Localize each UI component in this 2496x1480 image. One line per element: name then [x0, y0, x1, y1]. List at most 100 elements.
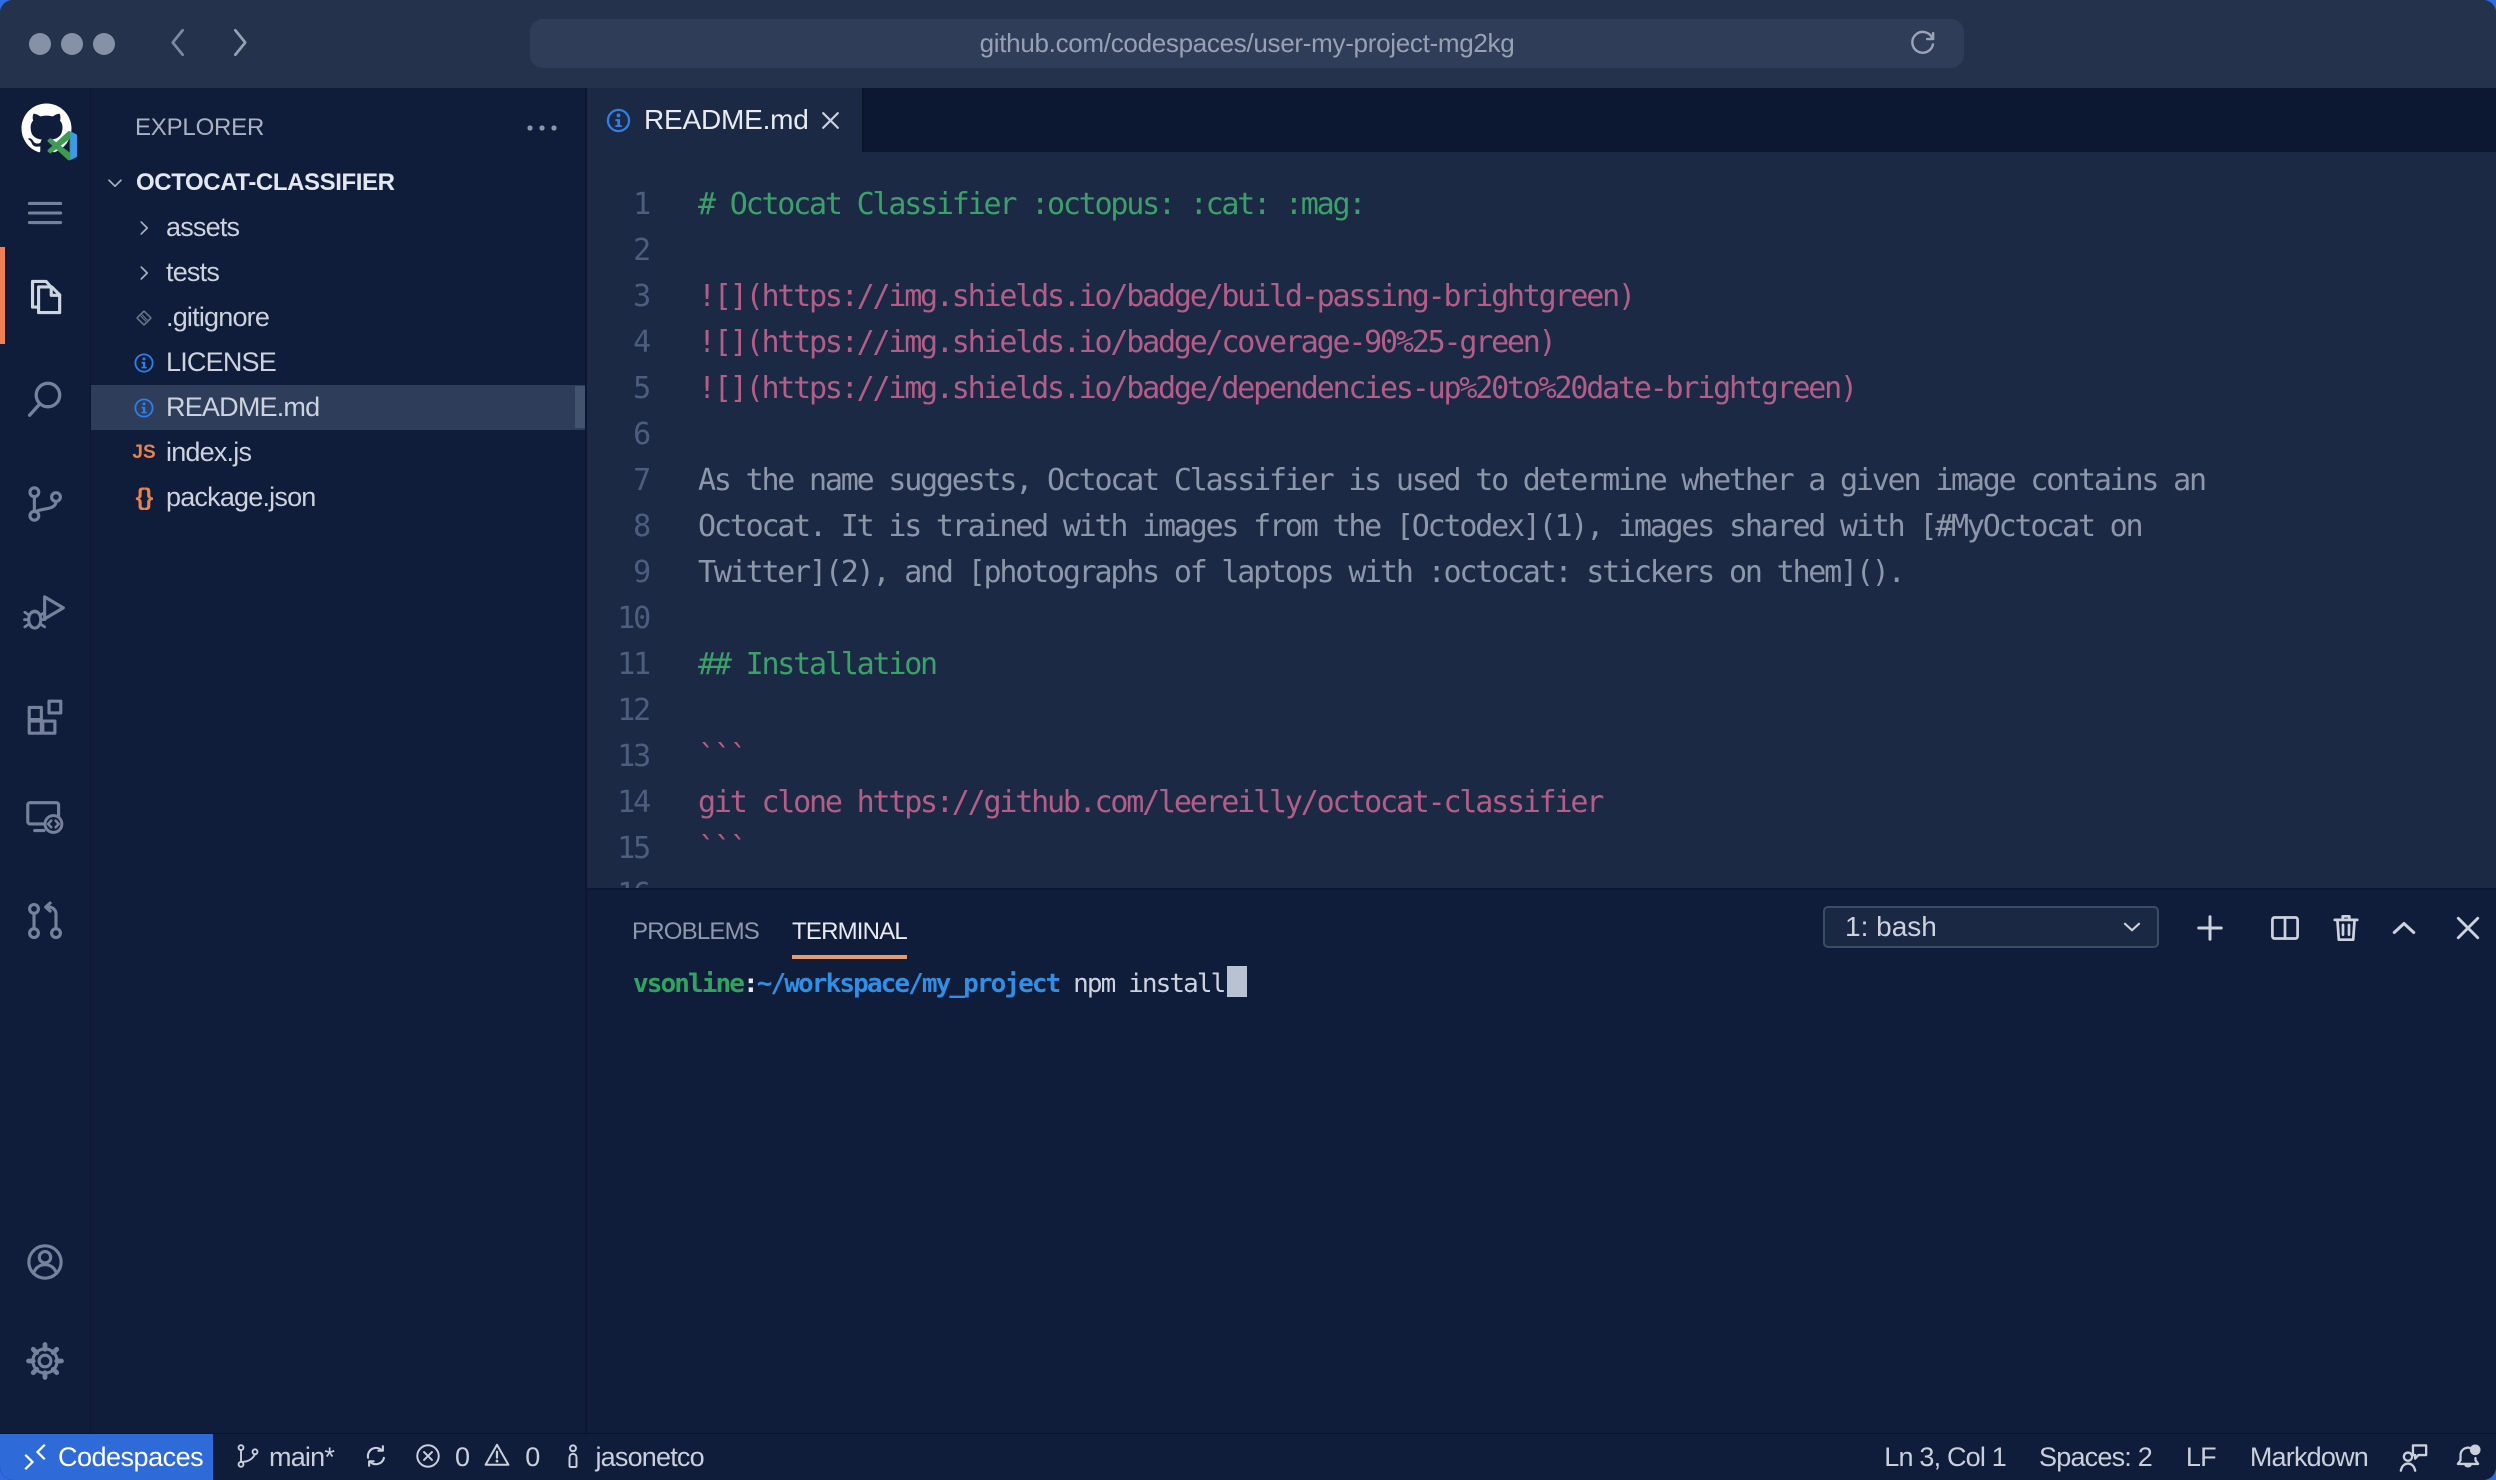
github-codespaces-logo-icon	[13, 95, 81, 163]
explorer-sidebar: EXPLORER OCTOCAT-CLASSIFIERassetstests.g…	[91, 88, 585, 1433]
activity-extensions-icon[interactable]	[23, 695, 67, 739]
activity-debug-icon[interactable]	[23, 591, 67, 635]
code-line-11: 11## Installation	[587, 642, 2496, 688]
traffic-close-button[interactable]	[29, 33, 51, 55]
terminal[interactable]: vsonline:~/workspace/my_project npm inst…	[633, 962, 1247, 1006]
back-icon[interactable]	[164, 26, 192, 59]
chevron-right-icon	[132, 216, 156, 240]
remote-icon	[20, 1442, 50, 1472]
language-mode[interactable]: Markdown	[2250, 1442, 2368, 1473]
shell-select-value: 1: bash	[1845, 911, 1937, 943]
workbench: EXPLORER OCTOCAT-CLASSIFIERassetstests.g…	[0, 88, 2496, 1433]
tab-label: README.md	[644, 104, 809, 136]
bell-icon[interactable]	[2452, 1441, 2484, 1473]
warning-count: 0	[525, 1442, 539, 1473]
braces-icon: {}	[132, 486, 156, 510]
more-actions-icon[interactable]	[525, 112, 559, 138]
close-icon[interactable]	[817, 107, 844, 134]
browser-chrome: github.com/codespaces/user-my-project-mg…	[0, 0, 2496, 88]
chevron-right-icon	[132, 261, 156, 285]
tree-item-assets[interactable]: assets	[91, 205, 585, 250]
file-tree: OCTOCAT-CLASSIFIERassetstests.gitignoreL…	[91, 160, 585, 520]
tree-item-readme-md[interactable]: README.md	[91, 385, 585, 430]
terminal-cursor	[1227, 966, 1247, 997]
tree-item-license[interactable]: LICENSE	[91, 340, 585, 385]
activity-bar	[0, 88, 91, 1433]
bottom-panel: PROBLEMS TERMINAL 1: bash vsonline:~/work…	[587, 888, 2496, 1433]
code-line-2: 2	[587, 228, 2496, 274]
activity-settings-gear-icon[interactable]	[23, 1339, 67, 1383]
activity-source-control-icon[interactable]	[23, 482, 67, 526]
browser-window: github.com/codespaces/user-my-project-mg…	[0, 0, 2496, 1480]
activity-github-pr-icon[interactable]	[23, 899, 67, 943]
tree-item-tests[interactable]: tests	[91, 250, 585, 295]
code-line-5: 5![](https://img.shields.io/badge/depend…	[587, 366, 2496, 412]
tree-item-package-json[interactable]: {}package.json	[91, 475, 585, 520]
indentation[interactable]: Spaces: 2	[2039, 1442, 2152, 1473]
problems-status[interactable]: 0 0	[414, 1441, 539, 1473]
activity-files-icon[interactable]	[23, 275, 67, 319]
code-line-7: 7As the name suggests, Octocat Classifie…	[587, 458, 2496, 504]
sidebar-scrollbar[interactable]	[575, 386, 585, 428]
code-editor[interactable]: 1# Octocat Classifier :octopus: :cat: :m…	[587, 152, 2496, 888]
code-line-12: 12	[587, 688, 2496, 734]
close-panel-icon[interactable]	[2450, 910, 2486, 946]
info-icon	[132, 351, 156, 375]
branch-status[interactable]: main*	[234, 1442, 334, 1473]
editor-tab-bar: README.md	[587, 88, 2496, 152]
activity-remote-explorer-icon[interactable]	[23, 795, 67, 839]
reload-icon[interactable]	[1909, 28, 1940, 59]
editor-area: README.md 1# Octocat Classifier :octopus…	[585, 88, 2496, 1433]
feedback-icon[interactable]	[2397, 1441, 2430, 1474]
code-line-9: 9Twitter](2), and [photographs of laptop…	[587, 550, 2496, 596]
panel-tab-problems[interactable]: PROBLEMS	[632, 917, 759, 959]
active-view-indicator	[0, 247, 5, 344]
terminal-command: npm install	[1059, 969, 1224, 999]
panel-tab-terminal[interactable]: TERMINAL	[792, 917, 907, 959]
code-line-10: 10	[587, 596, 2496, 642]
forward-icon[interactable]	[226, 26, 254, 59]
cursor-position[interactable]: Ln 3, Col 1	[1884, 1442, 2006, 1473]
js-icon: JS	[132, 441, 156, 465]
error-icon	[414, 1442, 445, 1473]
warning-icon	[483, 1441, 515, 1473]
status-bar-right: Ln 3, Col 1 Spaces: 2 LF Markdown	[1884, 1441, 2496, 1474]
git-icon	[132, 306, 156, 330]
maximize-panel-icon[interactable]	[2386, 910, 2422, 946]
traffic-minimize-button[interactable]	[61, 33, 83, 55]
user-status[interactable]: jasonetco	[559, 1442, 703, 1473]
sync-icon	[362, 1442, 392, 1472]
sync-status[interactable]	[362, 1442, 392, 1472]
error-count: 0	[455, 1442, 469, 1473]
code-line-4: 4![](https://img.shields.io/badge/covera…	[587, 320, 2496, 366]
tree-root-folder[interactable]: OCTOCAT-CLASSIFIER	[91, 160, 585, 205]
activity-search-icon[interactable]	[23, 376, 67, 420]
tree-item--gitignore[interactable]: .gitignore	[91, 295, 585, 340]
terminal-path: ~/workspace/my_project	[757, 969, 1060, 999]
split-terminal-icon[interactable]	[2267, 910, 2303, 946]
url-text: github.com/codespaces/user-my-project-mg…	[980, 28, 1515, 59]
traffic-zoom-button[interactable]	[93, 33, 115, 55]
tree-item-index-js[interactable]: JSindex.js	[91, 430, 585, 475]
tab-readme[interactable]: README.md	[587, 88, 864, 152]
branch-label: main*	[269, 1442, 334, 1473]
codespaces-remote-button[interactable]: Codespaces	[0, 1434, 213, 1480]
status-bar: Codespaces main* 0 0 jasonetco Ln 3, Col…	[0, 1433, 2496, 1480]
new-terminal-icon[interactable]	[2192, 910, 2228, 946]
person-icon	[559, 1442, 585, 1472]
traffic-lights	[29, 33, 115, 55]
url-bar[interactable]: github.com/codespaces/user-my-project-mg…	[530, 19, 1964, 68]
activity-menu-icon[interactable]	[23, 191, 67, 235]
code-line-3: 3![](https://img.shields.io/badge/build-…	[587, 274, 2496, 320]
code-line-6: 6	[587, 412, 2496, 458]
terminal-separator: :	[743, 969, 757, 999]
activity-account-icon[interactable]	[23, 1240, 67, 1284]
chevron-down-icon	[2119, 914, 2145, 940]
terminal-shell-select[interactable]: 1: bash	[1823, 906, 2159, 948]
code-line-8: 8Octocat. It is trained with images from…	[587, 504, 2496, 550]
kill-terminal-icon[interactable]	[2328, 910, 2364, 946]
code-line-16: 16	[587, 872, 2496, 888]
code-line-14: 14git clone https://github.com/leereilly…	[587, 780, 2496, 826]
eol-type[interactable]: LF	[2186, 1442, 2216, 1473]
info-icon	[605, 107, 632, 134]
